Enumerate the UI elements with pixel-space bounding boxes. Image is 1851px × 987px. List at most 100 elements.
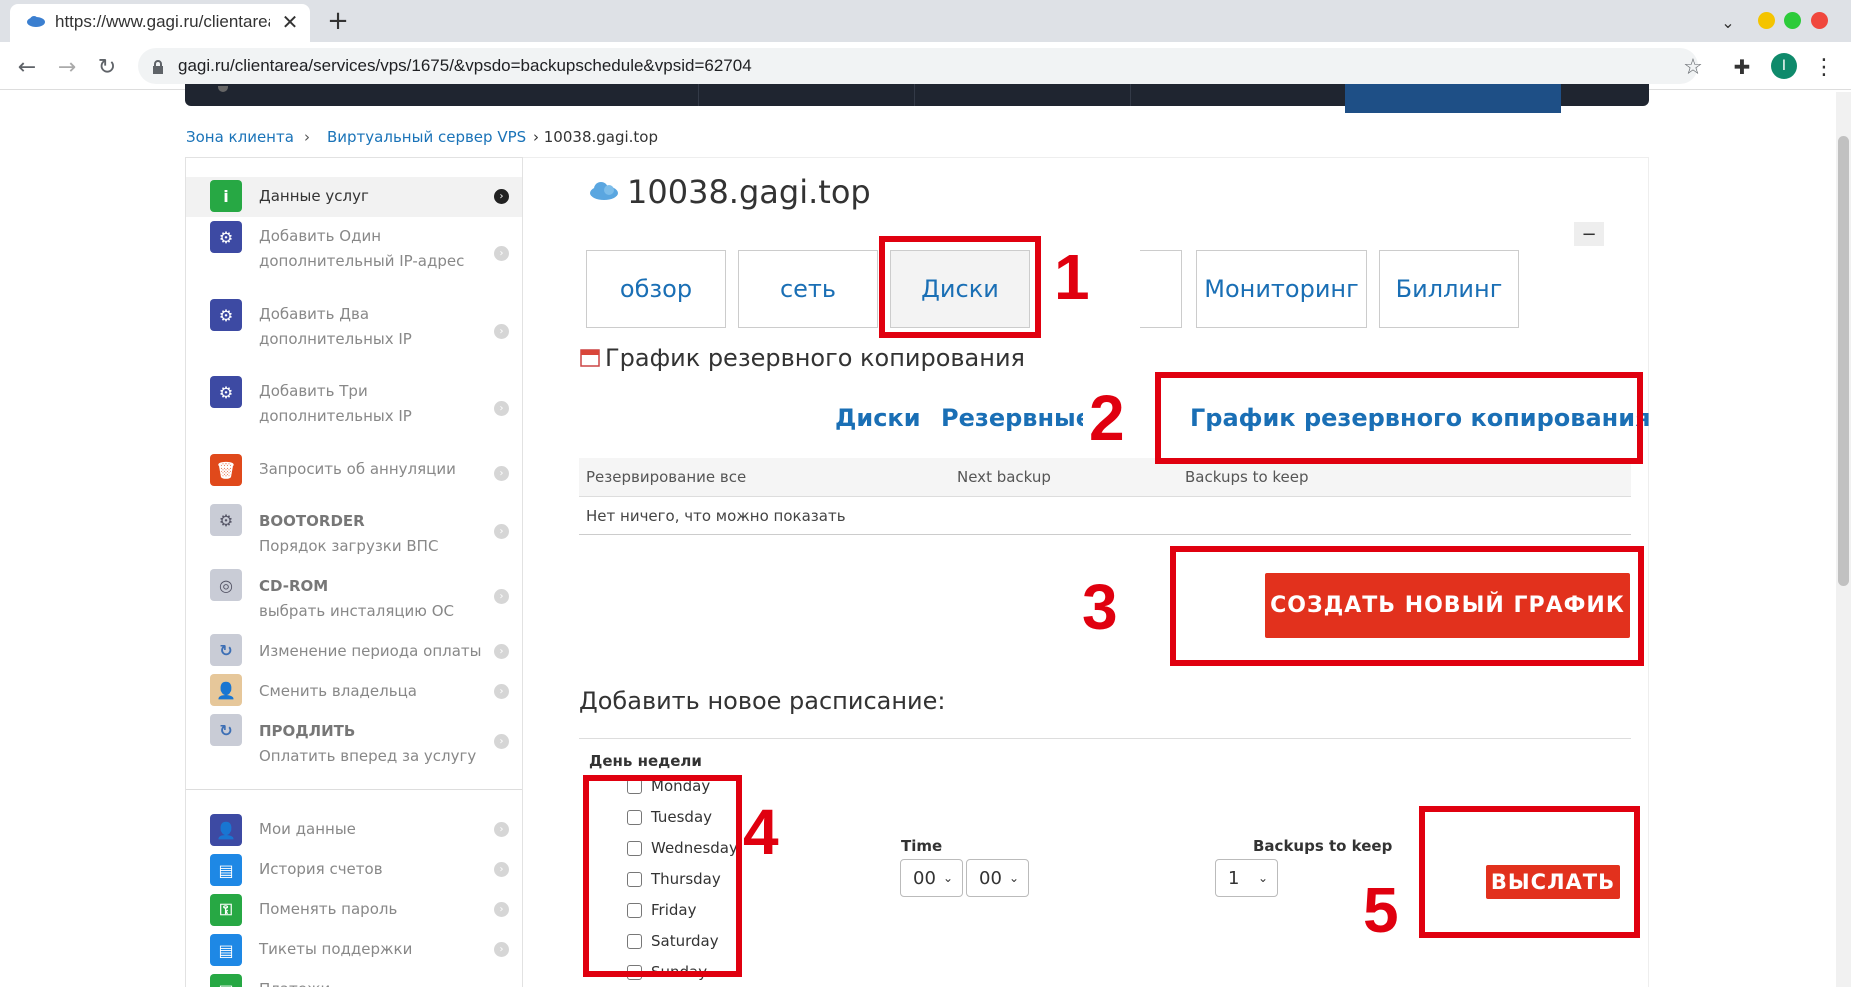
annotation-number-3: 3 (1082, 571, 1118, 643)
profile-avatar[interactable]: I (1771, 53, 1797, 79)
tab-search-chevron-icon[interactable]: ⌄ (1716, 12, 1740, 32)
time-label: Time (901, 837, 943, 855)
sidebar-item-add-three-ip-sub: дополнительных IP (259, 407, 412, 425)
annotation-box-schedule-subtab (1155, 372, 1643, 464)
sidebar-item-change-password[interactable]: Поменять пароль (259, 897, 397, 922)
annotation-box-disks-tab (879, 236, 1041, 338)
sidebar-item-payments[interactable]: Платежи (259, 977, 330, 987)
chevron-right-icon: › (494, 189, 509, 204)
collapse-button[interactable]: − (1574, 222, 1604, 246)
subtab-backups[interactable]: Резервные к (941, 404, 1083, 432)
new-tab-icon[interactable]: + (325, 6, 351, 36)
bootorder-gears-icon: ⚙ (210, 504, 242, 536)
chevron-right-icon: › (494, 246, 509, 261)
tab-close-icon[interactable]: ✕ (278, 10, 302, 34)
renew-icon: ↻ (210, 714, 242, 746)
chevron-right-icon: › (494, 902, 509, 917)
add-schedule-divider (579, 738, 1631, 739)
minute-select[interactable]: 00 ⌄ (966, 859, 1029, 897)
section-title: График резервного копирования (605, 344, 1025, 372)
chevron-right-icon: › (494, 734, 509, 749)
table-header-next-backup: Next backup (957, 468, 1051, 486)
breadcrumb-vps[interactable]: Виртуальный сервер VPS (327, 128, 526, 146)
sidebar-item-add-one-ip[interactable]: Добавить Один (259, 224, 381, 249)
navbar-active-item[interactable] (1345, 84, 1561, 113)
hour-select[interactable]: 00 ⌄ (900, 859, 963, 897)
sidebar-item-add-two-ip-sub: дополнительных IP (259, 330, 412, 348)
chevron-right-icon: › (494, 466, 509, 481)
window-close-button[interactable] (1811, 12, 1828, 29)
page-scrollbar-thumb[interactable] (1838, 136, 1849, 586)
window-maximize-button[interactable] (1784, 12, 1801, 29)
breadcrumb-home[interactable]: Зона клиента (186, 128, 294, 146)
tab-network[interactable]: сеть (738, 250, 878, 328)
chevron-right-icon: › (494, 822, 509, 837)
sidebar-item-billing-cycle[interactable]: Изменение периода оплаты (259, 639, 482, 664)
user-icon: 👤 (210, 814, 242, 846)
navbar-divider (698, 84, 699, 106)
cloud-favicon-icon (26, 14, 46, 28)
info-icon: i (210, 180, 242, 212)
add-schedule-title: Добавить новое расписание: (579, 687, 946, 715)
chevron-right-icon: › (494, 942, 509, 957)
annotation-number-5: 5 (1363, 874, 1399, 946)
chevron-right-icon: › (494, 589, 509, 604)
annotation-box-create-button (1170, 546, 1644, 666)
table-bottom-line (579, 534, 1631, 535)
sidebar-item-my-data[interactable]: Мои данные (259, 817, 356, 842)
forward-arrow-icon[interactable]: → (54, 54, 80, 80)
backups-to-keep-select[interactable]: 1 ⌄ (1215, 859, 1278, 897)
calendar-icon (580, 347, 600, 367)
tab-billing[interactable]: Биллинг (1379, 250, 1519, 328)
key-icon: ⚿ (210, 894, 242, 926)
cloud-icon (588, 178, 620, 202)
breadcrumb-separator: › (304, 128, 310, 146)
subtab-disks[interactable]: Диски (835, 404, 921, 432)
sidebar-item-add-three-ip[interactable]: Добавить Три (259, 379, 368, 404)
chevron-right-icon: › (494, 324, 509, 339)
gears-icon: ⚙ (210, 376, 242, 408)
chevron-right-icon: › (494, 401, 509, 416)
annotation-box-submit (1419, 806, 1640, 938)
table-header-underline (579, 496, 1631, 497)
reload-icon[interactable]: ↻ (94, 54, 120, 80)
sidebar-item-invoices[interactable]: История счетов (259, 857, 383, 882)
tab-overview[interactable]: обзор (586, 250, 726, 328)
annotation-number-1: 1 (1054, 241, 1090, 313)
sidebar-item-bootorder[interactable]: BOOTORDER (259, 509, 365, 534)
sidebar-item-add-one-ip-sub: дополнительный IP-адрес (259, 252, 465, 270)
sidebar-item-tickets[interactable]: Тикеты поддержки (259, 937, 412, 962)
table-header-backup-all: Резервирование все (586, 468, 747, 486)
browser-tab-title: https://www.gagi.ru/clientarea (55, 12, 270, 31)
back-arrow-icon[interactable]: ← (14, 54, 40, 80)
billing-cycle-icon: ↻ (210, 634, 242, 666)
extensions-puzzle-icon[interactable]: ✚ (1729, 54, 1755, 80)
chevron-right-icon: › (494, 684, 509, 699)
annotation-box-weekdays (583, 775, 742, 977)
sidebar-item-cdrom-sub: выбрать инсталяцию ОС (259, 602, 454, 620)
tab-hidden-edge (1140, 250, 1182, 328)
lock-icon[interactable] (150, 58, 166, 76)
gears-icon: ⚙ (210, 221, 242, 253)
sidebar-item-change-owner[interactable]: Сменить владельца (259, 679, 417, 704)
browser-menu-icon[interactable]: ⋮ (1813, 54, 1835, 80)
backups-to-keep-label: Backups to keep (1253, 837, 1393, 855)
navbar-divider (1130, 84, 1131, 106)
sidebar-item-service-details[interactable]: Данные услуг (259, 184, 369, 209)
sidebar-item-add-two-ip[interactable]: Добавить Два (259, 302, 369, 327)
owner-icon: 👤 (210, 674, 242, 706)
weekday-label: День недели (589, 752, 702, 770)
window-minimize-button[interactable] (1758, 12, 1775, 29)
tab-monitoring[interactable]: Мониторинг (1196, 250, 1367, 328)
server-title: 10038.gagi.top (627, 173, 871, 211)
chevron-right-icon: › (494, 644, 509, 659)
annotation-number-2: 2 (1089, 382, 1125, 454)
sidebar-item-renew[interactable]: ПРОДЛИТЬ (259, 719, 355, 744)
address-url[interactable]: gagi.ru/clientarea/services/vps/1675/&vp… (178, 56, 752, 76)
sidebar-divider (186, 789, 522, 790)
sidebar-item-cdrom[interactable]: CD-ROM (259, 574, 328, 599)
ticket-icon: ▤ (210, 934, 242, 966)
bookmark-star-icon[interactable]: ☆ (1680, 54, 1706, 80)
table-empty-message: Нет ничего, что можно показать (586, 507, 846, 525)
sidebar-item-cancel[interactable]: Запросить об аннуляции (259, 457, 456, 482)
